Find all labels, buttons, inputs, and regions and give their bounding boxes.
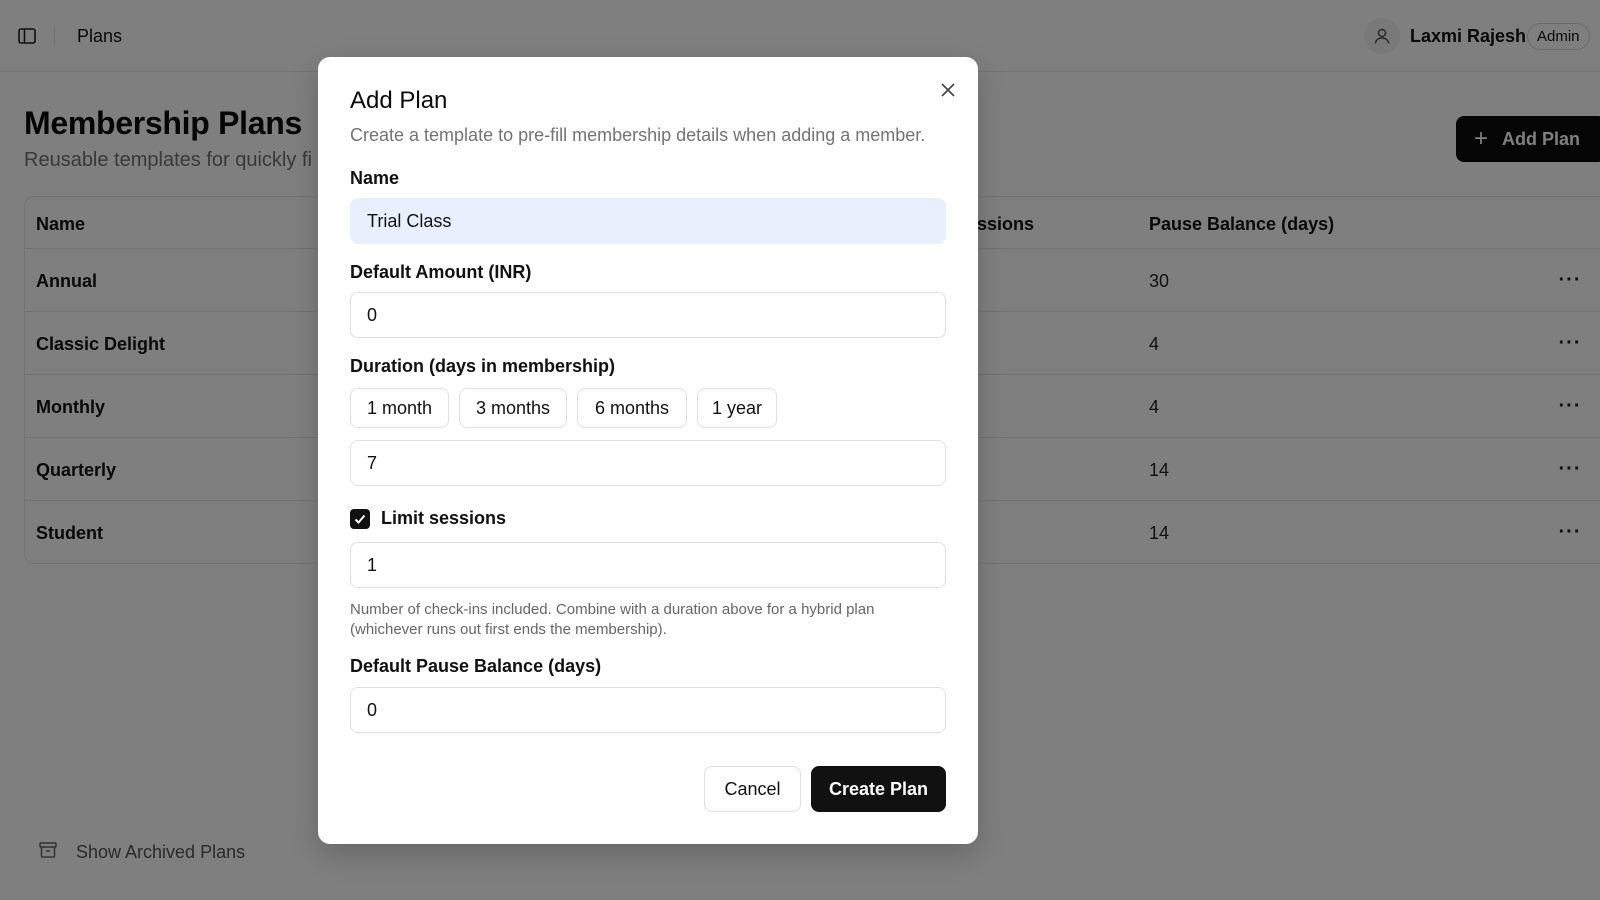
cancel-button[interactable]: Cancel (704, 766, 801, 812)
sessions-count-input[interactable] (350, 542, 946, 588)
sessions-hint: Number of check-ins included. Combine wi… (350, 601, 875, 638)
create-plan-button[interactable]: Create Plan (811, 766, 946, 812)
name-label: Name (350, 168, 400, 188)
duration-preset-3-months[interactable]: 3 months (459, 388, 567, 428)
duration-preset-1-month[interactable]: 1 month (350, 388, 449, 428)
pause-balance-input[interactable] (350, 687, 946, 733)
limit-sessions-checkbox[interactable] (350, 508, 370, 529)
limit-sessions-row[interactable]: Limit sessions (350, 508, 506, 529)
default-amount-input[interactable] (350, 292, 946, 338)
duration-label: Duration (days in membership) (350, 356, 616, 376)
pause-balance-label: Default Pause Balance (days) (350, 656, 602, 676)
default-amount-label: Default Amount (INR) (350, 262, 532, 282)
close-icon[interactable] (934, 76, 962, 104)
add-plan-dialog: Add Plan Create a template to pre-fill m… (318, 57, 978, 844)
dialog-title: Add Plan (350, 87, 448, 114)
limit-sessions-label: Limit sessions (381, 508, 507, 528)
dialog-description: Create a template to pre-fill membership… (350, 125, 926, 145)
plan-name-input[interactable] (350, 198, 946, 244)
duration-preset-6-months[interactable]: 6 months (577, 388, 687, 428)
duration-preset-1-year[interactable]: 1 year (697, 388, 777, 428)
duration-days-input[interactable] (350, 440, 946, 486)
